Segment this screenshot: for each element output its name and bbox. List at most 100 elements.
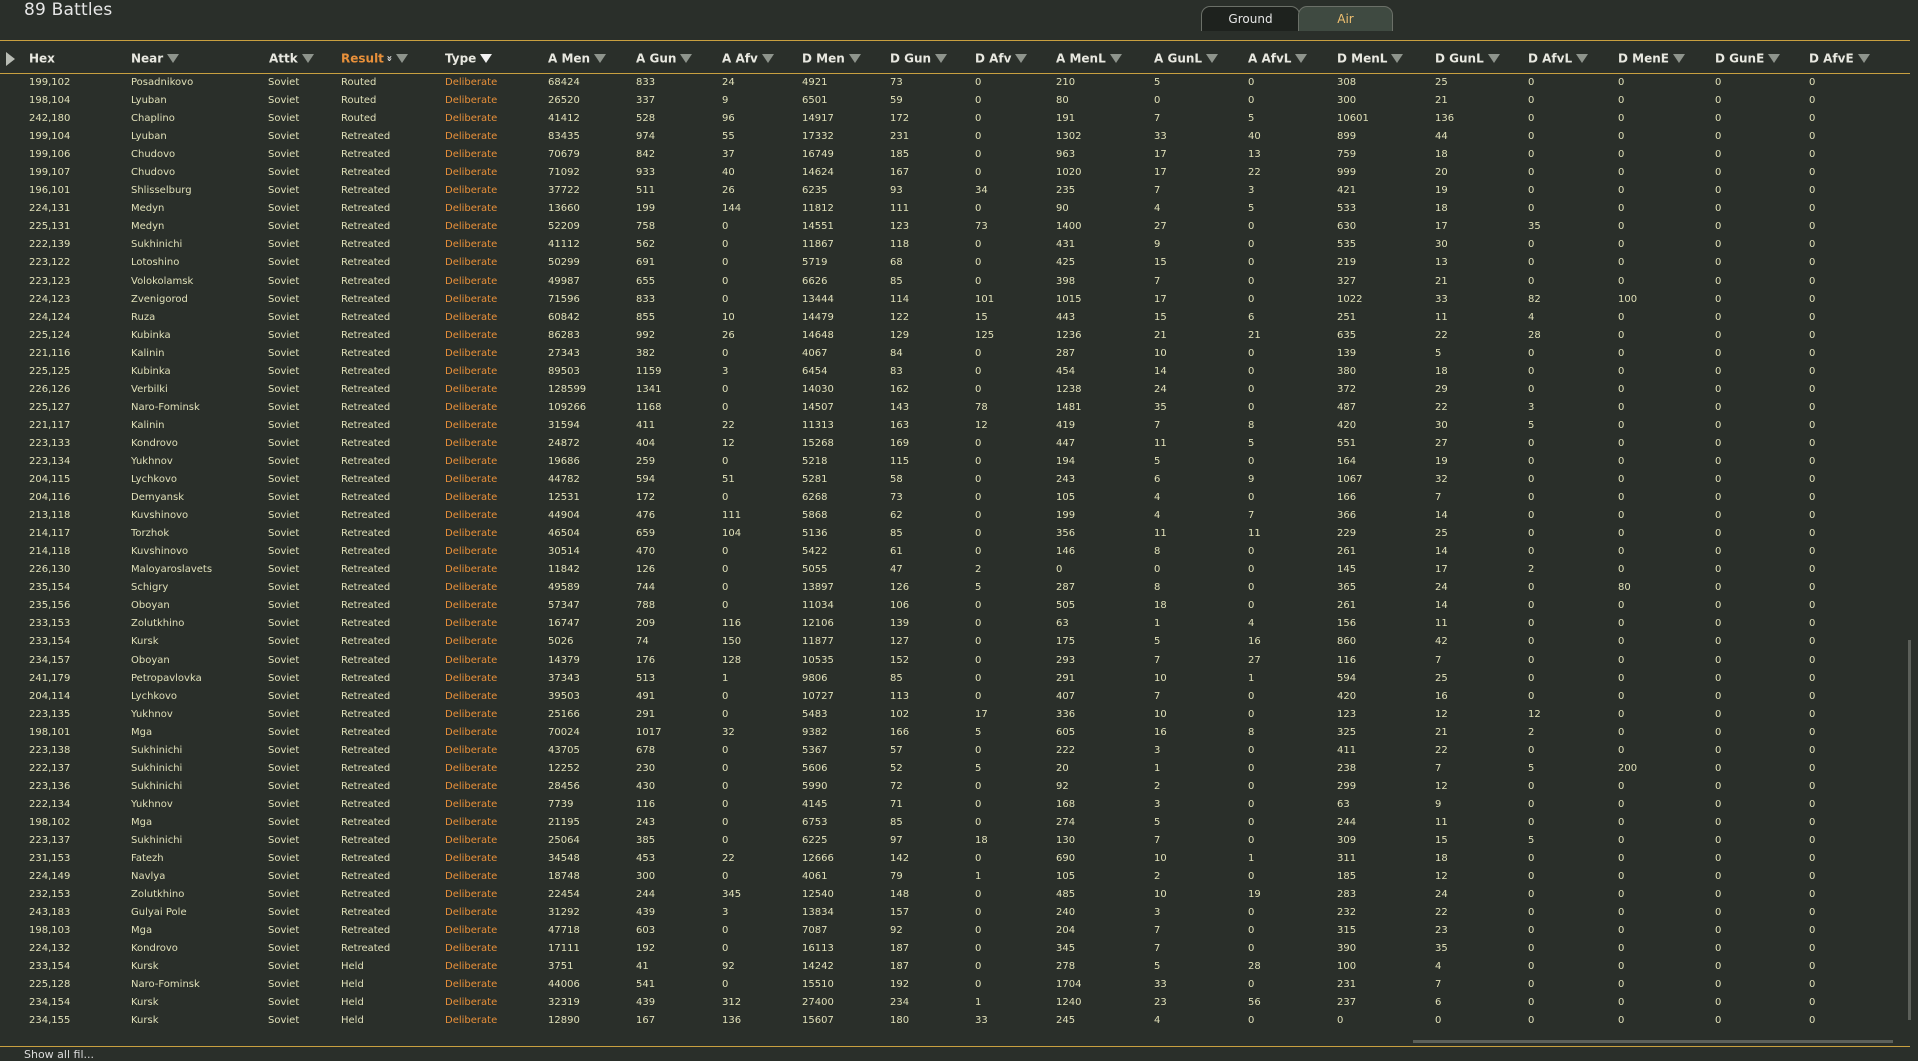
column-header-a-men[interactable]: A Men: [548, 51, 607, 66]
filter-icon[interactable]: [1487, 54, 1500, 63]
table-row[interactable]: 225,125 Kubinka Soviet Retreated Deliberate 8…: [0, 364, 1910, 382]
column-header-result[interactable]: Result»: [341, 51, 409, 66]
table-row[interactable]: 196,101 Shlisselburg Soviet Retreated Delibe…: [0, 183, 1910, 201]
table-row[interactable]: 225,124 Kubinka Soviet Retreated Deliberate 8…: [0, 328, 1910, 346]
table-row[interactable]: 222,137 Sukhinichi Soviet Retreated Delibera…: [0, 761, 1910, 779]
filter-icon[interactable]: [1391, 54, 1404, 63]
column-header-type[interactable]: Type: [445, 51, 493, 66]
cell-a-afvl: 0: [1248, 383, 1255, 395]
column-header-d-afve[interactable]: D AfvE: [1809, 51, 1870, 66]
table-row[interactable]: 232,153 Zolutkhino Soviet Retreated Delibera…: [0, 887, 1910, 905]
table-row[interactable]: 235,156 Oboyan Soviet Retreated Deliberate 57…: [0, 598, 1910, 616]
table-row[interactable]: 234,154 Kursk Soviet Held Deliberate 32319 439…: [0, 995, 1910, 1013]
column-header-a-afv[interactable]: A Afv: [722, 51, 774, 66]
column-header-d-gune[interactable]: D GunE: [1715, 51, 1781, 66]
table-row[interactable]: 223,135 Yukhnov Soviet Retreated Deliberate 2…: [0, 707, 1910, 725]
table-row[interactable]: 213,118 Kuvshinovo Soviet Retreated Delibera…: [0, 508, 1910, 526]
table-row[interactable]: 221,117 Kalinin Soviet Retreated Deliberate 3…: [0, 418, 1910, 436]
table-row[interactable]: 221,116 Kalinin Soviet Retreated Deliberate 2…: [0, 346, 1910, 364]
table-row[interactable]: 199,107 Chudovo Soviet Retreated Deliberate 7…: [0, 165, 1910, 183]
cell-a-afvl: 22: [1248, 167, 1261, 179]
sort-descending-icon[interactable]: »: [384, 55, 395, 61]
cell-a-menl: 1302: [1056, 131, 1082, 143]
filter-icon[interactable]: [594, 54, 607, 63]
filter-icon[interactable]: [480, 54, 493, 63]
table-row[interactable]: 222,134 Yukhnov Soviet Retreated Deliberate 7…: [0, 797, 1910, 815]
table-row[interactable]: 225,131 Medyn Soviet Retreated Deliberate 522…: [0, 219, 1910, 237]
filter-icon[interactable]: [1015, 54, 1028, 63]
filter-icon[interactable]: [1206, 54, 1219, 63]
table-row[interactable]: 233,153 Zolutkhino Soviet Retreated Delibera…: [0, 616, 1910, 634]
table-row[interactable]: 199,102 Posadnikovo Soviet Routed Deliberate…: [0, 75, 1910, 93]
column-header-d-men[interactable]: D Men: [802, 51, 861, 66]
table-row[interactable]: 223,136 Sukhinichi Soviet Retreated Delibera…: [0, 779, 1910, 797]
table-row[interactable]: 204,114 Lychkovo Soviet Retreated Deliberate…: [0, 689, 1910, 707]
table-row[interactable]: 223,138 Sukhinichi Soviet Retreated Delibera…: [0, 743, 1910, 761]
table-row[interactable]: 204,115 Lychkovo Soviet Retreated Deliberate…: [0, 472, 1910, 490]
table-row[interactable]: 224,123 Zvenigorod Soviet Retreated Delibera…: [0, 292, 1910, 310]
table-row[interactable]: 234,155 Kursk Soviet Held Deliberate 12890 167…: [0, 1013, 1910, 1031]
table-row[interactable]: 223,123 Volokolamsk Soviet Retreated Deliber…: [0, 274, 1910, 292]
filter-icon[interactable]: [1857, 54, 1870, 63]
filter-icon[interactable]: [1109, 54, 1122, 63]
table-row[interactable]: 224,149 Navlya Soviet Retreated Deliberate 18…: [0, 869, 1910, 887]
table-row[interactable]: 198,103 Mga Soviet Retreated Deliberate 47718…: [0, 923, 1910, 941]
table-row[interactable]: 224,131 Medyn Soviet Retreated Deliberate 136…: [0, 201, 1910, 219]
table-row[interactable]: 198,101 Mga Soviet Retreated Deliberate 70024…: [0, 725, 1910, 743]
table-row[interactable]: 243,183 Gulyai Pole Soviet Retreated Deliber…: [0, 905, 1910, 923]
column-header-near[interactable]: Near: [131, 51, 180, 66]
table-row[interactable]: 224,124 Ruza Soviet Retreated Deliberate 6084…: [0, 310, 1910, 328]
filter-icon[interactable]: [848, 54, 861, 63]
table-row[interactable]: 223,134 Yukhnov Soviet Retreated Deliberate 1…: [0, 454, 1910, 472]
filter-icon[interactable]: [761, 54, 774, 63]
filter-icon[interactable]: [935, 54, 948, 63]
table-row[interactable]: 223,137 Sukhinichi Soviet Retreated Delibera…: [0, 833, 1910, 851]
filter-icon[interactable]: [167, 54, 180, 63]
table-row[interactable]: 231,153 Fatezh Soviet Retreated Deliberate 34…: [0, 851, 1910, 869]
filter-icon[interactable]: [1295, 54, 1308, 63]
column-header-hex[interactable]: Hex: [29, 51, 55, 66]
column-header-d-mene[interactable]: D MenE: [1618, 51, 1685, 66]
column-header-a-afvl[interactable]: A AfvL: [1248, 51, 1308, 66]
table-row[interactable]: 242,180 Chaplino Soviet Routed Deliberate 414…: [0, 111, 1910, 129]
table-row[interactable]: 225,127 Naro-Fominsk Soviet Retreated Delibe…: [0, 400, 1910, 418]
tab-ground[interactable]: Ground: [1201, 6, 1300, 31]
filter-icon[interactable]: [301, 54, 314, 63]
table-row[interactable]: 198,102 Mga Soviet Retreated Deliberate 21195…: [0, 815, 1910, 833]
table-row[interactable]: 223,133 Kondrovo Soviet Retreated Deliberate…: [0, 436, 1910, 454]
column-header-d-afvl[interactable]: D AfvL: [1528, 51, 1589, 66]
table-row[interactable]: 234,157 Oboyan Soviet Retreated Deliberate 14…: [0, 653, 1910, 671]
filter-icon[interactable]: [396, 54, 409, 63]
column-header-attk[interactable]: Attk: [269, 51, 314, 66]
filter-icon[interactable]: [1576, 54, 1589, 63]
table-row[interactable]: 199,106 Chudovo Soviet Retreated Deliberate 7…: [0, 147, 1910, 165]
column-header-a-gun[interactable]: A Gun: [636, 51, 693, 66]
column-header-d-menl[interactable]: D MenL: [1337, 51, 1404, 66]
table-row[interactable]: 198,104 Lyuban Soviet Routed Deliberate 26520…: [0, 93, 1910, 111]
table-row[interactable]: 226,126 Verbilki Soviet Retreated Deliberate…: [0, 382, 1910, 400]
table-row[interactable]: 233,154 Kursk Soviet Held Deliberate 3751 41 92…: [0, 959, 1910, 977]
table-row[interactable]: 199,104 Lyuban Soviet Retreated Deliberate 83…: [0, 129, 1910, 147]
table-row[interactable]: 224,132 Kondrovo Soviet Retreated Deliberate…: [0, 941, 1910, 959]
column-header-d-gunl[interactable]: D GunL: [1435, 51, 1500, 66]
table-row[interactable]: 214,118 Kuvshinovo Soviet Retreated Delibera…: [0, 544, 1910, 562]
table-row[interactable]: 226,130 Maloyaroslavets Soviet Retreated Del…: [0, 562, 1910, 580]
column-header-a-menl[interactable]: A MenL: [1056, 51, 1122, 66]
horizontal-scrollbar[interactable]: [1413, 1040, 1893, 1043]
table-row[interactable]: 241,179 Petropavlovka Soviet Retreated Delib…: [0, 671, 1910, 689]
column-header-d-afv[interactable]: D Afv: [975, 51, 1028, 66]
column-header-a-gunl[interactable]: A GunL: [1154, 51, 1219, 66]
table-row[interactable]: 214,117 Torzhok Soviet Retreated Deliberate 4…: [0, 526, 1910, 544]
column-header-d-gun[interactable]: D Gun: [890, 51, 948, 66]
table-row[interactable]: 235,154 Schigry Soviet Retreated Deliberate 4…: [0, 580, 1910, 598]
tab-air[interactable]: Air: [1298, 6, 1393, 31]
filter-icon[interactable]: [1672, 54, 1685, 63]
vertical-scrollbar[interactable]: [1908, 640, 1911, 1020]
table-row[interactable]: 223,122 Lotoshino Soviet Retreated Deliberat…: [0, 255, 1910, 273]
table-row[interactable]: 225,128 Naro-Fominsk Soviet Held Deliberate 4…: [0, 977, 1910, 995]
filter-icon[interactable]: [1768, 54, 1781, 63]
filter-icon[interactable]: [680, 54, 693, 63]
table-row[interactable]: 233,154 Kursk Soviet Retreated Deliberate 502…: [0, 634, 1910, 652]
table-row[interactable]: 204,116 Demyansk Soviet Retreated Deliberate…: [0, 490, 1910, 508]
table-row[interactable]: 222,139 Sukhinichi Soviet Retreated Delibera…: [0, 237, 1910, 255]
